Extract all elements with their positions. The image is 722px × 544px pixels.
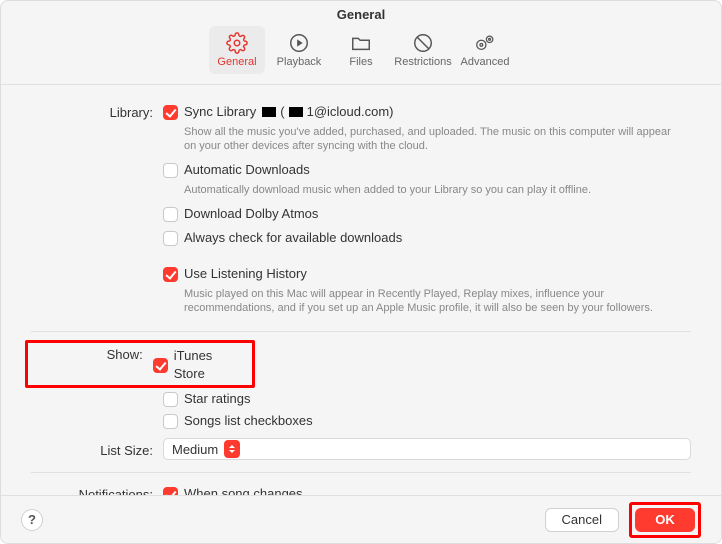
tab-general[interactable]: General (209, 26, 265, 74)
list-size-value: Medium (172, 442, 218, 457)
cancel-button[interactable]: Cancel (545, 508, 619, 532)
toolbar: General Playback Files Restrictions Adva… (1, 24, 721, 85)
content-area: Library: Sync Library ( 1@icloud.com) Sh… (1, 85, 721, 507)
check-downloads-checkbox[interactable] (163, 231, 178, 246)
play-circle-icon (288, 32, 310, 54)
no-entry-icon (412, 32, 434, 54)
download-dolby-checkbox[interactable] (163, 207, 178, 222)
highlight-show-itunes: Show: iTunes Store (25, 340, 255, 388)
library-label: Library: (31, 103, 163, 120)
list-size-select[interactable]: Medium (163, 438, 691, 460)
songs-list-checkboxes-label: Songs list checkboxes (184, 412, 313, 430)
highlight-ok: OK (629, 502, 701, 538)
list-size-label: List Size: (31, 441, 163, 458)
star-ratings-checkbox[interactable] (163, 392, 178, 407)
chevron-up-down-icon (224, 440, 240, 458)
listening-history-subtext: Music played on this Mac will appear in … (163, 287, 691, 315)
tab-files[interactable]: Files (333, 26, 389, 74)
listening-history-label: Use Listening History (184, 265, 307, 283)
redacted-block (262, 107, 276, 117)
sync-library-checkbox[interactable] (163, 105, 178, 120)
gear-icon (226, 32, 248, 54)
folder-icon (350, 32, 372, 54)
tab-playback[interactable]: Playback (271, 26, 327, 74)
sync-library-subtext: Show all the music you've added, purchas… (163, 125, 691, 153)
tab-advanced[interactable]: Advanced (457, 26, 513, 74)
tab-label: Restrictions (394, 56, 451, 68)
tab-label: Files (349, 56, 372, 68)
ok-button[interactable]: OK (635, 508, 695, 532)
star-ratings-label: Star ratings (184, 390, 250, 408)
sync-library-label: Sync Library ( 1@icloud.com) (184, 103, 394, 121)
window-title: General (1, 1, 721, 24)
footer: ? Cancel OK (1, 495, 721, 543)
tab-label: Advanced (461, 56, 510, 68)
tab-label: General (217, 56, 256, 68)
redacted-block (289, 107, 303, 117)
divider (31, 331, 691, 332)
automatic-downloads-checkbox[interactable] (163, 163, 178, 178)
automatic-downloads-label: Automatic Downloads (184, 161, 310, 179)
itunes-store-label: iTunes Store (174, 347, 246, 383)
download-dolby-label: Download Dolby Atmos (184, 205, 318, 223)
help-button[interactable]: ? (21, 509, 43, 531)
automatic-downloads-subtext: Automatically download music when added … (163, 183, 691, 197)
gears-icon (474, 32, 496, 54)
tab-label: Playback (277, 56, 322, 68)
tab-restrictions[interactable]: Restrictions (395, 26, 451, 74)
preferences-window: General General Playback Files (0, 0, 722, 544)
show-label: Show: (28, 345, 153, 362)
songs-list-checkboxes-checkbox[interactable] (163, 414, 178, 429)
divider (31, 472, 691, 473)
itunes-store-checkbox[interactable] (153, 358, 168, 373)
listening-history-checkbox[interactable] (163, 267, 178, 282)
check-downloads-label: Always check for available downloads (184, 229, 402, 247)
